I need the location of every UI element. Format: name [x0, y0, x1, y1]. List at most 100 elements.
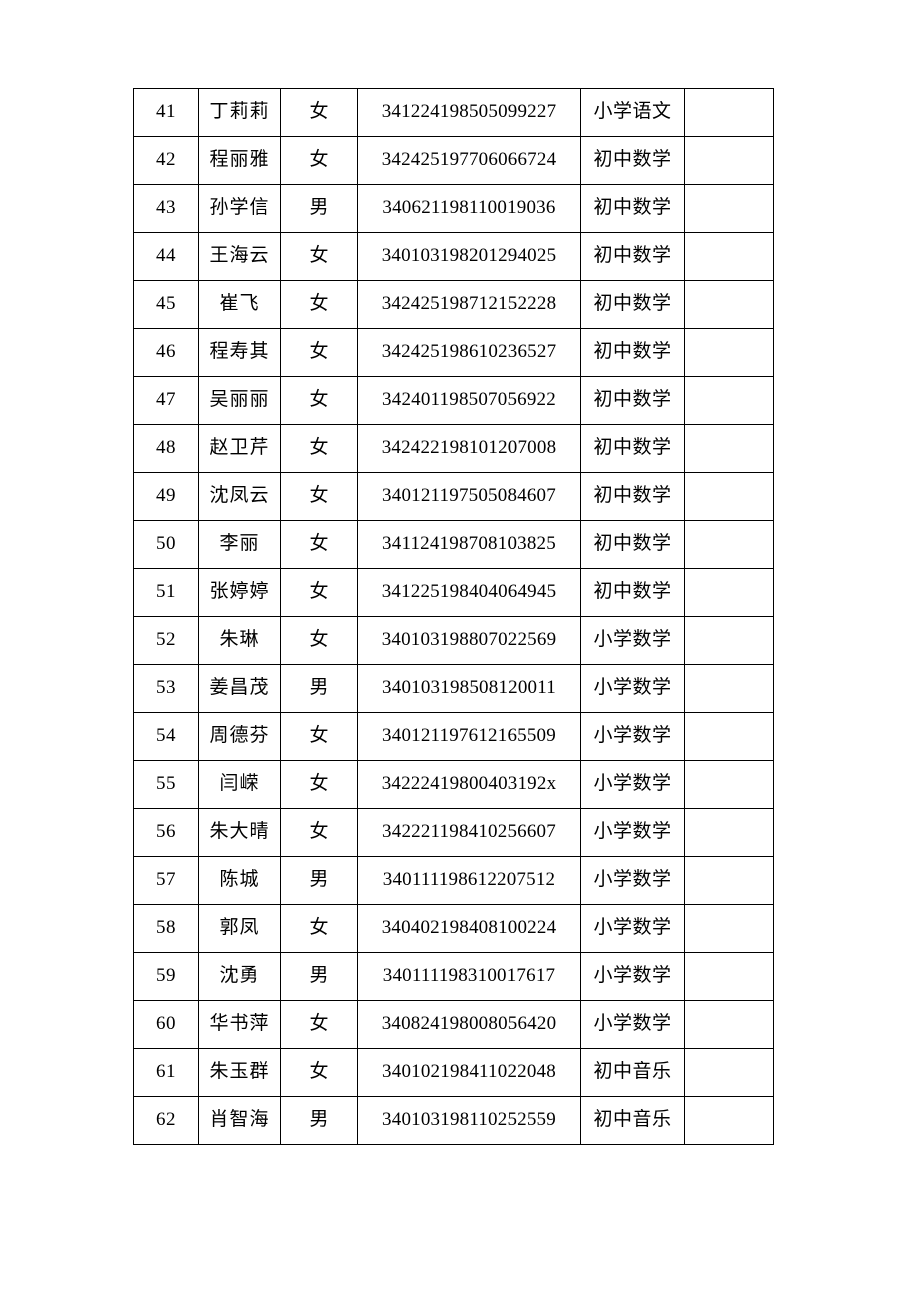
cell-subject: 小学数学: [580, 664, 685, 713]
cell-name: 崔飞: [198, 280, 281, 329]
cell-gender: 女: [280, 472, 358, 521]
cell-blank: [684, 376, 774, 425]
cell-index: 60: [133, 1000, 199, 1049]
cell-name: 赵卫芹: [198, 424, 281, 473]
cell-name: 丁莉莉: [198, 88, 281, 137]
cell-index: 43: [133, 184, 199, 233]
table-row: 44 王海云女 340103198201294025 初中数学: [133, 232, 774, 281]
cell-name: 周德芬: [198, 712, 281, 761]
cell-gender: 女: [280, 136, 358, 185]
candidate-roster-table: 41 丁莉莉女 341224198505099227 小学语文 42 程丽雅女 342425…: [133, 88, 774, 1145]
cell-gender: 男: [280, 664, 358, 713]
cell-name: 吴丽丽: [198, 376, 281, 425]
cell-name: 华书萍: [198, 1000, 281, 1049]
document-page: 41 丁莉莉女 341224198505099227 小学语文 42 程丽雅女 342425…: [0, 0, 920, 1302]
cell-gender: 女: [280, 712, 358, 761]
cell-gender: 女: [280, 280, 358, 329]
cell-id: 342221198410256607: [357, 808, 581, 857]
cell-blank: [684, 232, 774, 281]
cell-gender: 女: [280, 1048, 358, 1097]
cell-index: 56: [133, 808, 199, 857]
table-row: 47 吴丽丽女 342401198507056922 初中数学: [133, 376, 774, 425]
cell-gender: 男: [280, 952, 358, 1001]
cell-blank: [684, 760, 774, 809]
roster-table-body: 41 丁莉莉女 341224198505099227 小学语文 42 程丽雅女 342425…: [133, 88, 774, 1145]
cell-gender: 女: [280, 88, 358, 137]
cell-id: 340111198612207512: [357, 856, 581, 905]
cell-gender: 女: [280, 424, 358, 473]
cell-index: 41: [133, 88, 199, 137]
cell-subject: 初中数学: [580, 472, 685, 521]
cell-blank: [684, 568, 774, 617]
cell-id: 340402198408100224: [357, 904, 581, 953]
cell-blank: [684, 952, 774, 1001]
cell-index: 61: [133, 1048, 199, 1097]
cell-index: 58: [133, 904, 199, 953]
cell-name: 孙学信: [198, 184, 281, 233]
cell-blank: [684, 664, 774, 713]
table-row: 48 赵卫芹女 342422198101207008 初中数学: [133, 424, 774, 473]
cell-id: 342425197706066724: [357, 136, 581, 185]
cell-subject: 初中数学: [580, 520, 685, 569]
table-row: 52 朱琳女 340103198807022569 小学数学: [133, 616, 774, 665]
cell-id: 342422198101207008: [357, 424, 581, 473]
table-row: 55 闫嵘女 34222419800403192x 小学数学: [133, 760, 774, 809]
cell-id: 340121197612165509: [357, 712, 581, 761]
cell-id: 342401198507056922: [357, 376, 581, 425]
cell-blank: [684, 1096, 774, 1145]
cell-name: 朱玉群: [198, 1048, 281, 1097]
cell-name: 张婷婷: [198, 568, 281, 617]
cell-subject: 小学语文: [580, 88, 685, 137]
cell-index: 47: [133, 376, 199, 425]
cell-blank: [684, 520, 774, 569]
cell-id: 340103198508120011: [357, 664, 581, 713]
cell-blank: [684, 280, 774, 329]
cell-subject: 小学数学: [580, 760, 685, 809]
table-row: 58 郭凤女 340402198408100224 小学数学: [133, 904, 774, 953]
table-row: 50 李丽女 341124198708103825 初中数学: [133, 520, 774, 569]
cell-name: 程寿其: [198, 328, 281, 377]
cell-subject: 初中音乐: [580, 1048, 685, 1097]
cell-id: 341124198708103825: [357, 520, 581, 569]
cell-gender: 男: [280, 856, 358, 905]
cell-index: 45: [133, 280, 199, 329]
cell-name: 程丽雅: [198, 136, 281, 185]
cell-index: 54: [133, 712, 199, 761]
cell-subject: 初中音乐: [580, 1096, 685, 1145]
cell-subject: 小学数学: [580, 1000, 685, 1049]
cell-gender: 女: [280, 376, 358, 425]
cell-blank: [684, 136, 774, 185]
cell-index: 50: [133, 520, 199, 569]
cell-index: 44: [133, 232, 199, 281]
cell-id: 341225198404064945: [357, 568, 581, 617]
cell-id: 341224198505099227: [357, 88, 581, 137]
cell-subject: 小学数学: [580, 712, 685, 761]
table-row: 43 孙学信男 340621198110019036 初中数学: [133, 184, 774, 233]
cell-name: 王海云: [198, 232, 281, 281]
cell-index: 52: [133, 616, 199, 665]
cell-gender: 女: [280, 760, 358, 809]
cell-index: 46: [133, 328, 199, 377]
cell-subject: 小学数学: [580, 904, 685, 953]
cell-blank: [684, 1048, 774, 1097]
cell-subject: 初中数学: [580, 184, 685, 233]
table-row: 42 程丽雅女 342425197706066724 初中数学: [133, 136, 774, 185]
cell-name: 朱琳: [198, 616, 281, 665]
table-row: 49 沈凤云女 340121197505084607 初中数学: [133, 472, 774, 521]
cell-name: 陈城: [198, 856, 281, 905]
cell-subject: 小学数学: [580, 808, 685, 857]
cell-name: 郭凤: [198, 904, 281, 953]
table-row: 41 丁莉莉女 341224198505099227 小学语文: [133, 88, 774, 137]
cell-id: 340621198110019036: [357, 184, 581, 233]
table-row: 46 程寿其女 342425198610236527 初中数学: [133, 328, 774, 377]
cell-gender: 女: [280, 808, 358, 857]
cell-index: 48: [133, 424, 199, 473]
cell-gender: 女: [280, 568, 358, 617]
cell-id: 342425198610236527: [357, 328, 581, 377]
cell-blank: [684, 616, 774, 665]
cell-subject: 初中数学: [580, 328, 685, 377]
cell-gender: 女: [280, 520, 358, 569]
table-row: 61 朱玉群女 340102198411022048 初中音乐: [133, 1048, 774, 1097]
cell-id: 340824198008056420: [357, 1000, 581, 1049]
cell-name: 闫嵘: [198, 760, 281, 809]
